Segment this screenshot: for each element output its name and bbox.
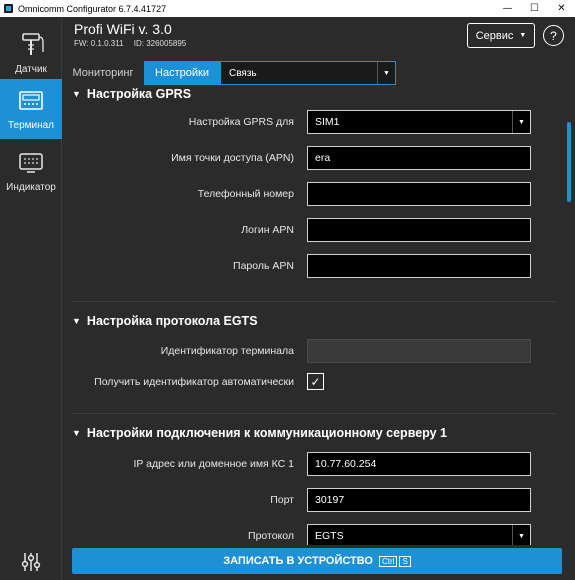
server-protocol-select[interactable]: EGTS ▼ (307, 524, 531, 545)
caret-down-icon: ▼ (512, 525, 530, 545)
device-title: Profi WiFi v. 3.0 (74, 21, 172, 37)
sidebar-item-indicator[interactable]: Индикатор (0, 141, 62, 201)
section-server-header[interactable]: ▼ Настройки подключения к коммуникационн… (72, 426, 447, 440)
help-button[interactable]: ? (543, 25, 564, 46)
gprs-sim-value: SIM1 (315, 116, 340, 128)
footer-bar: ЗАПИСАТЬ В УСТРОЙСТВО Ctrl S (62, 545, 575, 580)
sidebar-item-terminal[interactable]: Терминал (0, 79, 62, 139)
section-egts-header[interactable]: ▼ Настройка протокола EGTS (72, 314, 258, 328)
server-protocol-value: EGTS (315, 530, 344, 542)
tab-bar: Мониторинг Настройки Связь ▼ (62, 61, 575, 85)
indicator-icon (19, 153, 43, 173)
write-to-device-button[interactable]: ЗАПИСАТЬ В УСТРОЙСТВО Ctrl S (72, 548, 562, 574)
section-title: Настройка протокола EGTS (86, 314, 258, 328)
gprs-sim-label: Настройка GPRS для (188, 116, 294, 128)
device-id: ID: 326005895 (133, 39, 187, 48)
sensor-icon (22, 33, 44, 55)
service-menu-button[interactable]: Сервис ▼ (467, 23, 535, 48)
settings-category-value: Связь (229, 67, 257, 79)
apn-password-input[interactable] (307, 254, 531, 278)
caret-down-icon: ▼ (377, 62, 395, 84)
shortcut-s-key: S (399, 555, 411, 567)
apn-login-label: Логин APN (241, 224, 294, 236)
sidebar-item-label: Индикатор (6, 182, 56, 193)
title-bar: Omnicomm Configurator 6.7.4.41727 — ☐ ✕ (0, 0, 575, 17)
content-scrollbar[interactable] (567, 122, 571, 202)
server-address-label: IP адрес или доменное имя КС 1 (133, 458, 294, 470)
settings-content[interactable]: ▼ Настройка GPRS Настройка GPRS для SIM1… (62, 85, 575, 545)
auto-id-checkbox[interactable]: ✓ (307, 373, 324, 390)
service-button-label: Сервис (475, 29, 514, 42)
server-protocol-label: Протокол (248, 530, 294, 542)
shortcut-ctrl-key: Ctrl (378, 555, 398, 567)
device-meta: FW: 0.1.0.311 ID: 326005895 (74, 39, 194, 48)
server-address-input[interactable]: 10.77.60.254 (307, 452, 531, 476)
sliders-icon[interactable] (20, 551, 42, 573)
maximize-button[interactable]: ☐ (521, 0, 548, 17)
gprs-sim-select[interactable]: SIM1 ▼ (307, 110, 531, 134)
sidebar-item-label: Датчик (15, 64, 47, 75)
terminal-icon (19, 91, 43, 110)
write-button-label: ЗАПИСАТЬ В УСТРОЙСТВО (223, 555, 373, 567)
section-title: Настройки подключения к коммуникационном… (86, 426, 448, 440)
app-window: Omnicomm Configurator 6.7.4.41727 — ☐ ✕ … (0, 0, 575, 580)
window-controls: — ☐ ✕ (494, 0, 575, 17)
collapse-triangle-icon: ▼ (72, 428, 81, 438)
sidebar: Датчик Терминал Индикатор (0, 17, 62, 580)
section-divider (72, 301, 556, 302)
terminal-id-input (307, 339, 531, 363)
caret-down-icon: ▼ (512, 111, 530, 133)
section-title: Настройка GPRS (86, 87, 192, 101)
collapse-triangle-icon: ▼ (72, 89, 81, 99)
phone-label: Телефонный номер (197, 188, 294, 200)
tab-settings[interactable]: Настройки (144, 61, 220, 85)
terminal-id-label: Идентификатор терминала (160, 345, 294, 357)
device-header: Profi WiFi v. 3.0 FW: 0.1.0.311 ID: 3260… (62, 17, 575, 61)
window-title: Omnicomm Configurator 6.7.4.41727 (18, 3, 167, 14)
apn-password-label: Пароль APN (233, 260, 294, 272)
apn-login-input[interactable] (307, 218, 531, 242)
collapse-triangle-icon: ▼ (72, 316, 81, 326)
server-port-input[interactable]: 30197 (307, 488, 531, 512)
minimize-button[interactable]: — (494, 0, 521, 17)
caret-down-icon: ▼ (519, 32, 527, 39)
section-gprs-header[interactable]: ▼ Настройка GPRS (72, 87, 191, 101)
close-button[interactable]: ✕ (548, 0, 575, 17)
phone-input[interactable] (307, 182, 531, 206)
tab-monitoring[interactable]: Мониторинг (62, 61, 144, 85)
server-port-label: Порт (270, 494, 294, 506)
section-divider (72, 413, 556, 414)
apn-input[interactable]: era (307, 146, 531, 170)
auto-id-label: Получить идентификатор автоматически (94, 376, 294, 388)
firmware-version: FW: 0.1.0.311 (74, 39, 124, 48)
sidebar-item-sensor[interactable]: Датчик (0, 23, 62, 83)
app-logo-icon (4, 4, 13, 13)
apn-label: Имя точки доступа (APN) (171, 152, 294, 164)
sidebar-item-label: Терминал (7, 120, 55, 131)
settings-category-select[interactable]: Связь ▼ (220, 61, 396, 85)
